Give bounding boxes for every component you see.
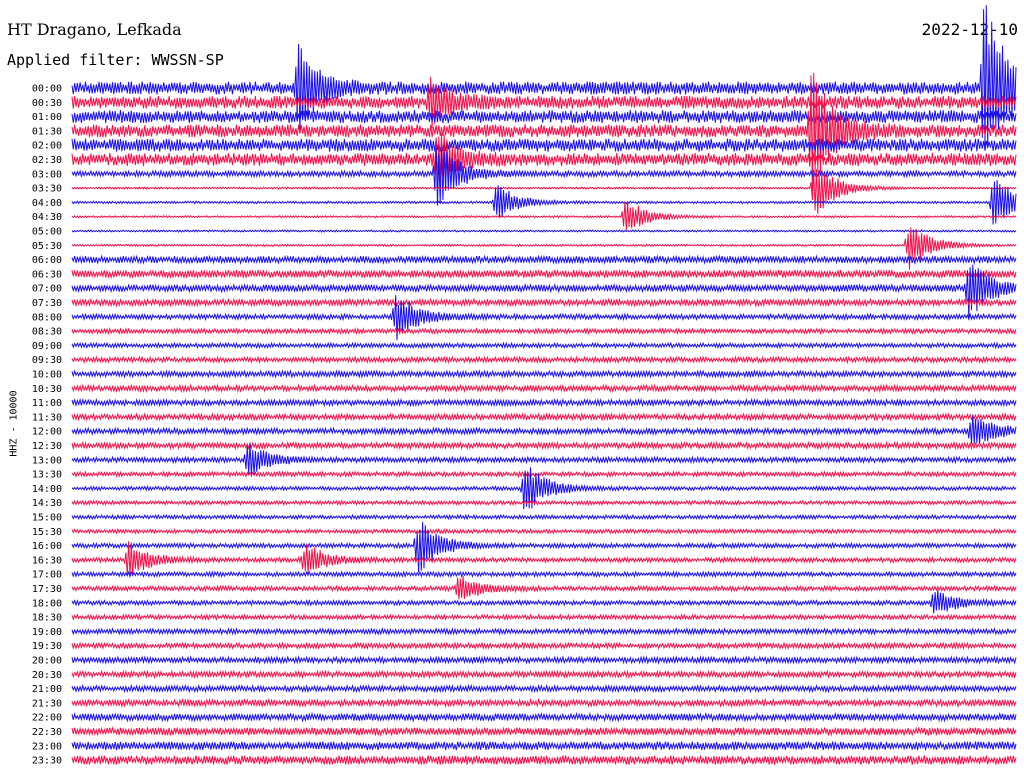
time-label: 03:00	[32, 169, 62, 180]
time-label: 13:30	[32, 470, 62, 481]
helicorder-plot: 00:00 00:30 01:00 01:30 02:00 02:30 03:00 03:30…	[32, 5, 1017, 767]
trace-line-1700	[71, 570, 1017, 579]
time-label: 20:00	[32, 656, 62, 667]
time-label: 09:00	[32, 341, 62, 352]
trace-line-1130	[71, 412, 1017, 422]
trace-line-2300	[71, 740, 1017, 752]
time-label: 10:00	[32, 370, 62, 381]
time-label: 15:00	[32, 513, 62, 524]
time-label: 21:00	[32, 684, 62, 695]
trace-line-1530	[71, 527, 1017, 535]
trace-line-1800	[71, 589, 1017, 614]
time-label: 10:30	[32, 384, 62, 395]
time-label: 03:30	[32, 184, 62, 195]
time-label: 19:30	[32, 641, 62, 652]
time-label: 02:30	[32, 155, 62, 166]
time-label: 23:00	[32, 741, 62, 752]
time-label: 18:00	[32, 598, 62, 609]
trace-line-1030	[71, 383, 1017, 394]
trace-group	[71, 5, 1017, 766]
trace-line-1430	[71, 499, 1017, 507]
trace-line-2230	[71, 726, 1017, 737]
trace-line-0900	[71, 341, 1017, 350]
trace-line-0830	[71, 327, 1017, 336]
trace-line-0630	[71, 268, 1017, 280]
trace-line-2000	[71, 655, 1017, 665]
trace-line-2200	[71, 711, 1017, 723]
time-label-group: 00:00 00:30 01:00 01:30 02:00 02:30 03:00 03:30…	[32, 84, 62, 767]
trace-line-1730	[71, 575, 1017, 600]
time-label: 14:30	[32, 498, 62, 509]
time-label: 05:00	[32, 227, 62, 238]
time-label: 01:00	[32, 112, 62, 123]
time-label: 11:00	[32, 398, 62, 409]
time-label: 21:30	[32, 698, 62, 709]
time-label: 17:00	[32, 570, 62, 581]
trace-line-0730	[71, 297, 1017, 308]
trace-line-1900	[71, 626, 1017, 636]
time-label: 15:30	[32, 527, 62, 538]
trace-line-1230	[71, 440, 1017, 451]
trace-line-2330	[71, 754, 1017, 766]
trace-line-1500	[71, 513, 1017, 521]
time-label: 11:30	[32, 412, 62, 423]
time-label: 13:00	[32, 455, 62, 466]
time-label: 16:00	[32, 541, 62, 552]
trace-line-2100	[71, 683, 1017, 694]
trace-line-1330	[71, 470, 1017, 479]
trace-line-1930	[71, 641, 1017, 651]
time-label: 16:30	[32, 555, 62, 566]
time-label: 14:00	[32, 484, 62, 495]
time-label: 02:00	[32, 141, 62, 152]
trace-line-2130	[71, 697, 1017, 709]
time-label: 12:30	[32, 441, 62, 452]
time-label: 22:30	[32, 727, 62, 738]
time-label: 04:00	[32, 198, 62, 209]
time-label: 23:30	[32, 756, 62, 767]
trace-line-0430	[71, 201, 1017, 231]
time-label: 07:00	[32, 284, 62, 295]
trace-line-2030	[71, 669, 1017, 680]
time-label: 20:30	[32, 670, 62, 681]
trace-line-1000	[71, 369, 1017, 379]
trace-line-0200	[71, 138, 1017, 152]
time-label: 09:30	[32, 355, 62, 366]
time-label: 07:30	[32, 298, 62, 309]
time-label: 18:30	[32, 613, 62, 624]
time-label: 05:30	[32, 241, 62, 252]
time-label: 22:00	[32, 713, 62, 724]
time-label: 08:30	[32, 327, 62, 338]
time-label: 00:00	[32, 84, 62, 95]
time-label: 12:00	[32, 427, 62, 438]
trace-line-0930	[71, 355, 1017, 365]
time-label: 01:30	[32, 126, 62, 137]
time-label: 08:00	[32, 312, 62, 323]
time-label: 00:30	[32, 98, 62, 109]
trace-line-1100	[71, 397, 1017, 408]
time-label: 06:00	[32, 255, 62, 266]
trace-line-1830	[71, 613, 1017, 622]
time-label: 04:30	[32, 212, 62, 223]
time-label: 17:30	[32, 584, 62, 595]
time-label: 06:30	[32, 269, 62, 280]
trace-line-0100	[71, 110, 1017, 124]
time-label: 19:00	[32, 627, 62, 638]
trace-line-0500	[71, 229, 1017, 233]
trace-line-0600	[71, 254, 1017, 266]
